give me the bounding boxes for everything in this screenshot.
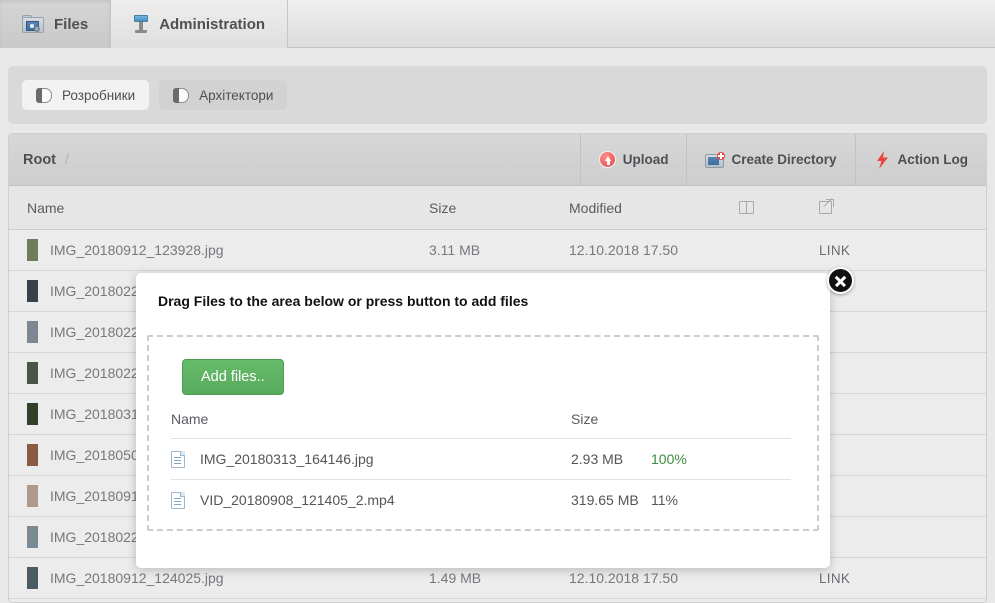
file-thumbnail [27, 444, 38, 466]
upload-progress: 100% [651, 451, 687, 467]
column-header-size[interactable]: Size [429, 200, 569, 216]
file-link[interactable]: LINK [819, 243, 850, 258]
role-filter-architects[interactable]: Архітектори [159, 80, 288, 110]
document-icon [171, 491, 185, 509]
column-header-preview[interactable] [739, 201, 819, 214]
upload-queue-rows: IMG_20180313_164146.jpg 2.93 MB 100% VID_20… [171, 438, 791, 520]
file-thumbnail [27, 567, 38, 589]
file-name[interactable]: IMG_2018022 [50, 324, 139, 340]
file-name[interactable]: IMG_2018022 [50, 365, 139, 381]
file-name[interactable]: IMG_2018091 [50, 488, 139, 504]
file-size: 3.11 MB [429, 242, 481, 258]
book-icon [739, 201, 754, 214]
tab-administration[interactable]: Administration [111, 0, 289, 48]
file-name[interactable]: IMG_2018022 [50, 283, 139, 299]
file-thumbnail [27, 280, 38, 302]
upload-row: VID_20180908_121405_2.mp4 319.65 MB 11% [171, 479, 791, 520]
breadcrumb-root[interactable]: Root [23, 152, 56, 168]
file-thumbnail [27, 485, 38, 507]
action-log-button-label: Action Log [897, 152, 969, 167]
file-modified: 12.10.2018 17.50 [569, 242, 678, 258]
upload-dialog: Drag Files to the area below or press bu… [136, 273, 830, 568]
file-thumbnail [27, 321, 38, 343]
tab-administration-label: Administration [159, 15, 266, 33]
table-header-row: Name Size Modified [9, 186, 986, 230]
upload-file-size: 319.65 MB [571, 492, 639, 508]
column-header-name[interactable]: Name [9, 200, 429, 216]
breadcrumb: Root / [9, 152, 69, 168]
upload-file-name: IMG_20180313_164146.jpg [200, 451, 374, 467]
new-folder-icon [705, 151, 726, 168]
role-filter-bar: Розробники Архітектори [8, 66, 987, 124]
tab-files[interactable]: Files [0, 0, 112, 48]
upload-file-size: 2.93 MB [571, 451, 624, 467]
admin-tower-icon [133, 14, 149, 34]
add-files-button[interactable]: Add files.. [182, 359, 284, 395]
upload-queue-header-row: Name Size [171, 411, 791, 438]
tab-bar-filler [288, 0, 995, 47]
role-filter-developers-label: Розробники [62, 87, 136, 103]
external-link-icon [819, 199, 834, 214]
create-directory-button[interactable]: Create Directory [686, 134, 854, 186]
column-header-modified[interactable]: Modified [569, 200, 739, 216]
file-name[interactable]: IMG_2018050 [50, 447, 139, 463]
file-dropzone[interactable]: Add files.. Name Size IMG_20180313_16414… [147, 335, 819, 531]
file-thumbnail [27, 239, 38, 261]
upload-row: IMG_20180313_164146.jpg 2.93 MB 100% [171, 438, 791, 479]
file-name[interactable]: IMG_20180912_123928.jpg [50, 242, 224, 258]
close-icon[interactable] [827, 267, 854, 294]
role-icon [36, 87, 53, 103]
upload-queue-table: Name Size IMG_20180313_164146.jpg 2.93 MB… [171, 411, 791, 520]
file-name[interactable]: IMG_2018031 [50, 406, 139, 422]
upload-column-header-name: Name [171, 411, 209, 427]
folder-image-icon [22, 14, 44, 34]
upload-progress: 11% [651, 492, 678, 508]
role-filter-developers[interactable]: Розробники [22, 80, 150, 110]
file-thumbnail [27, 526, 38, 548]
file-name[interactable]: IMG_2018022 [50, 529, 139, 545]
main-tab-bar: Files Administration [0, 0, 995, 48]
lightning-bolt-icon [874, 150, 891, 169]
role-filter-architects-label: Архітектори [199, 87, 274, 103]
breadcrumb-separator: / [65, 151, 70, 168]
document-icon [171, 450, 185, 468]
toolbar-actions: Upload Create Directory Action Log [579, 134, 987, 186]
file-thumbnail [27, 403, 38, 425]
table-row[interactable]: IMG_20180912_123928.jpg 3.11 MB 12.10.2018… [9, 230, 986, 271]
breadcrumb-toolbar: Root / Upload Create Directory Action Lo… [9, 134, 986, 186]
upload-icon [598, 151, 616, 168]
file-thumbnail [27, 362, 38, 384]
tab-files-label: Files [54, 15, 89, 33]
upload-button-label: Upload [622, 152, 669, 167]
file-modified: 12.10.2018 17.50 [569, 570, 678, 586]
upload-button[interactable]: Upload [579, 134, 687, 186]
upload-dialog-title: Drag Files to the area below or press bu… [158, 293, 529, 309]
file-size: 1.49 MB [429, 570, 482, 586]
action-log-button[interactable]: Action Log [854, 134, 987, 186]
create-directory-button-label: Create Directory [731, 152, 837, 167]
file-link[interactable]: LINK [819, 571, 850, 586]
upload-column-header-size: Size [571, 411, 599, 427]
upload-file-name: VID_20180908_121405_2.mp4 [200, 492, 395, 508]
column-header-link[interactable] [819, 199, 919, 214]
role-icon [173, 87, 190, 103]
file-name[interactable]: IMG_20180912_124025.jpg [50, 570, 224, 586]
